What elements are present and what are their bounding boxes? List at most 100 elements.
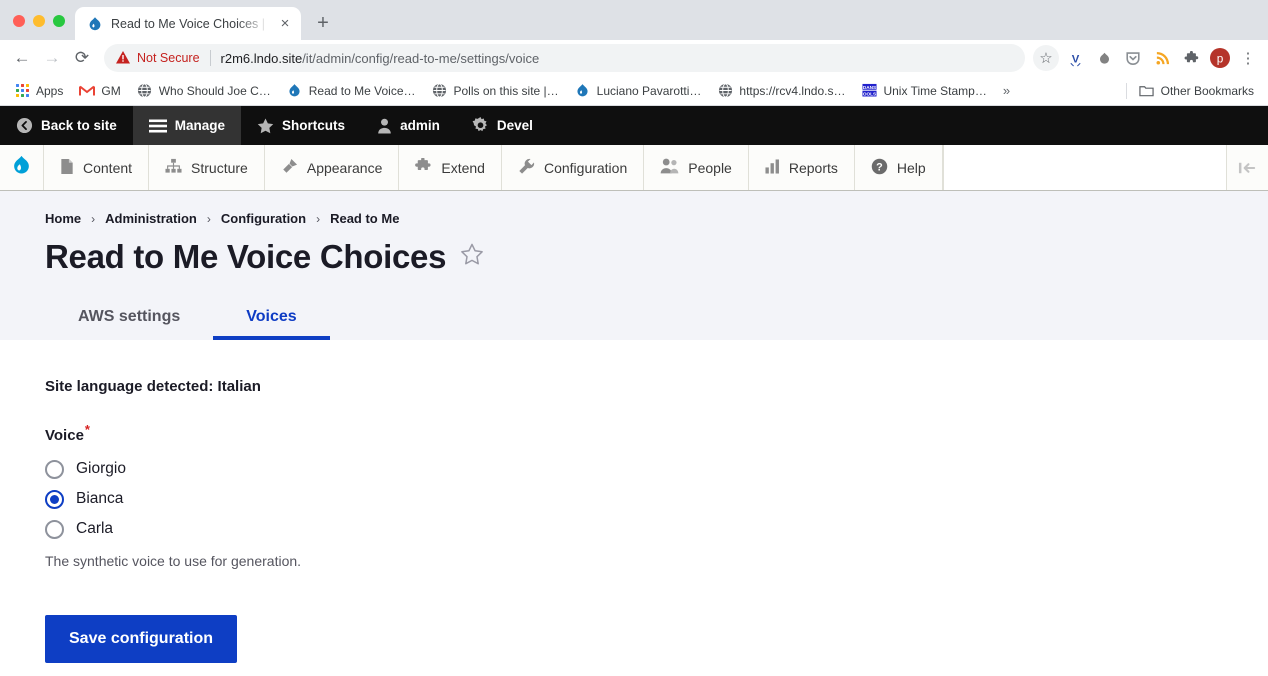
bookmark-label: Apps [36,83,64,98]
bookmark-who-should-joe[interactable]: Who Should Joe C… [129,79,279,103]
admin-menu-item-configuration[interactable]: Configuration [502,145,645,190]
extensions-puzzle-icon[interactable] [1178,45,1204,71]
toolbar-item-label: Manage [174,118,226,133]
drupal-drop-icon [575,83,591,99]
main-content: Site language detected: Italian Voice* G… [0,340,1268,663]
collapse-left-icon[interactable] [1226,145,1268,190]
drupal-admin-menu: Content Structure Appearance Extend Conf… [0,145,1268,191]
minimize-window-button[interactable] [33,15,45,27]
voice-field-label-text: Voice [45,427,84,444]
admin-menu-item-label: Extend [441,159,485,176]
bookmark-label: Polls on this site |… [453,83,559,98]
radio-option-label: Giorgio [76,460,126,477]
bookmark-label: Who Should Joe C… [158,83,271,98]
toolbar-item-admin[interactable]: admin [361,106,456,145]
toolbar-item-back-to-site[interactable]: Back to site [0,106,133,145]
bookmark-polls-on-this-site[interactable]: Polls on this site |… [424,79,567,103]
gmail-icon [79,83,96,99]
save-configuration-button[interactable]: Save configuration [45,615,238,663]
address-bar-url: r2m6.lndo.site/it/admin/config/read-to-m… [221,51,540,66]
globe-icon [432,83,448,99]
page-title: Read to Me Voice Choices [45,238,447,275]
admin-menu-item-reports[interactable]: Reports [749,145,855,190]
toolbar-item-devel[interactable]: Devel [456,106,549,145]
toolbar-item-shortcuts[interactable]: Shortcuts [241,106,361,145]
admin-menu-item-help[interactable]: ? Help [855,145,943,190]
tab-voices[interactable]: Voices [213,308,331,340]
svg-text:OOLS: OOLS [863,92,876,97]
star-icon [257,117,274,134]
toolbar-item-label: Devel [496,118,533,133]
admin-menu-item-label: Structure [191,159,248,176]
vimeo-v-extension-icon[interactable]: V [1062,45,1088,71]
forward-icon[interactable]: → [38,44,66,72]
bookmarks-overflow-chevron-icon[interactable]: » [995,79,1018,102]
page-title-row: Read to Me Voice Choices [0,226,1268,276]
svg-text:DANS: DANS [863,85,876,90]
chrome-menu-kebab-icon[interactable]: ⋮ [1236,45,1260,71]
radio-option-carla[interactable]: Carla [45,514,1268,544]
close-icon[interactable]: × [277,15,293,32]
toolbar-item-label: Back to site [41,118,117,133]
admin-menu-item-structure[interactable]: Structure [149,145,265,190]
drupal-drop-icon [287,83,303,99]
url-host: r2m6.lndo.site [220,50,303,66]
reload-icon[interactable]: ⟳ [68,44,96,72]
bookmark-rcv4-lndo-site[interactable]: https://rcv4.lndo.s… [709,79,853,103]
breadcrumb-separator-icon: › [206,211,211,226]
breadcrumb-item-administration[interactable]: Administration [105,211,197,226]
bookmark-unix-time-stamp[interactable]: DANS OOLS Unix Time Stamp… [853,79,994,103]
admin-menu-item-appearance[interactable]: Appearance [265,145,400,190]
browser-tab[interactable]: Read to Me Voice Choices | Dru × [75,7,301,40]
drupal-admin-toolbar: Back to site Manage Shortcuts admin Deve… [0,106,1268,145]
drupal-logo-icon[interactable] [0,145,44,190]
radio-button-unchecked-icon[interactable] [45,519,64,539]
radio-button-unchecked-icon[interactable] [45,459,64,479]
toolbar-item-label: Shortcuts [282,118,346,133]
bookmarks-divider [1125,82,1127,99]
radio-option-giorgio[interactable]: Giorgio [45,454,1268,484]
admin-menu-item-extend[interactable]: Extend [399,145,502,190]
bookmark-gm[interactable]: GM [71,79,128,103]
hamburger-icon [148,119,167,133]
breadcrumb-separator-icon: › [91,211,96,226]
other-bookmarks-button[interactable]: Other Bookmarks [1131,79,1262,103]
browser-tab-strip: Read to Me Voice Choices | Dru × + [0,0,1268,40]
radio-button-checked-icon[interactable] [45,489,64,509]
rss-feed-extension-icon[interactable] [1149,45,1175,71]
breadcrumb-item-read-to-me[interactable]: Read to Me [330,211,399,226]
globe-icon [717,83,733,99]
required-marker: * [84,422,90,437]
paintbrush-icon [281,158,298,178]
admin-menu-item-label: Reports [788,159,838,176]
radio-option-label: Bianca [76,490,124,507]
svg-text:p: p [1217,52,1224,66]
toolbar-item-manage[interactable]: Manage [132,106,242,145]
back-icon[interactable]: ← [8,44,36,72]
radio-option-label: Carla [76,520,114,537]
folder-icon [1139,83,1155,99]
bookmark-luciano-pavarotti[interactable]: Luciano Pavarotti… [567,79,710,103]
tab-aws-settings[interactable]: AWS settings [45,308,213,340]
radio-option-bianca[interactable]: Bianca [45,484,1268,514]
address-bar[interactable]: Not Secure r2m6.lndo.site/it/admin/confi… [104,44,1025,72]
wrench-icon [518,158,535,178]
bookmark-apps[interactable]: Apps [6,79,71,103]
admin-menu-item-people[interactable]: People [644,145,749,190]
drupal-extension-icon[interactable] [1091,45,1117,71]
breadcrumb-item-configuration[interactable]: Configuration [221,211,306,226]
bookmark-read-to-me-voice[interactable]: Read to Me Voice… [279,79,424,103]
profile-avatar-icon[interactable]: p [1207,45,1233,71]
maximize-window-button[interactable] [53,15,65,27]
favorite-star-outline-icon[interactable] [460,243,484,271]
apps-grid-icon [14,83,30,99]
pocket-extension-icon[interactable] [1120,45,1146,71]
breadcrumb-item-home[interactable]: Home [45,211,81,226]
admin-menu-item-label: People [688,159,732,176]
bookmark-star-icon[interactable]: ☆ [1033,45,1059,71]
url-path: /it/admin/config/read-to-me/settings/voi… [302,50,540,66]
new-tab-button[interactable]: + [309,9,337,37]
close-window-button[interactable] [13,15,25,27]
site-language-note: Site language detected: Italian [45,378,261,395]
admin-menu-item-content[interactable]: Content [44,145,150,190]
